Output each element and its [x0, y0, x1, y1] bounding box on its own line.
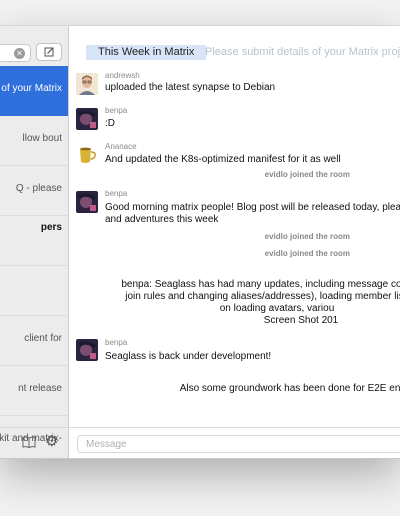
message-sender[interactable]: andrewsh: [105, 71, 140, 80]
user-avatar-icon: [76, 108, 98, 130]
room-list-item-label: pers: [40, 222, 62, 233]
room-list: of your Matrix llow bout Q - please pers…: [0, 66, 68, 458]
message-text: uploaded the latest synapse to Debian: [105, 82, 276, 93]
avatar[interactable]: [76, 339, 98, 361]
message-text: Seaglass is back under development!: [105, 351, 272, 362]
room-list-item[interactable]: of your Matrix: [0, 66, 68, 116]
message-text: Also some groundwork has been done for E…: [179, 383, 400, 394]
message-sender[interactable]: benpa: [105, 106, 127, 115]
room-list-item[interactable]: client for: [0, 316, 68, 366]
avatar[interactable]: [76, 191, 98, 213]
message-sender[interactable]: Ananace: [105, 142, 137, 151]
sidebar: ✕ of your Matrix llow bout Q - please pe…: [0, 26, 69, 458]
message-text: And updated the K8s-optimized manifest f…: [105, 154, 341, 165]
gear-icon[interactable]: ⚙: [45, 434, 58, 450]
message-text: Good morning matrix people! Blog post wi…: [105, 202, 400, 213]
composer: [69, 427, 400, 458]
room-list-item[interactable]: llow bout: [0, 116, 68, 166]
attachment-link[interactable]: Screen Shot 201: [107, 315, 400, 327]
room-list-item-label: llow bout: [22, 133, 62, 144]
app-window: ✕ of your Matrix llow bout Q - please pe…: [0, 25, 400, 459]
room-list-item[interactable]: [0, 266, 68, 316]
room-title: This Week in Matrix: [86, 45, 207, 60]
message-text: :D: [105, 118, 115, 129]
compose-icon: [44, 47, 54, 57]
message-sender[interactable]: benpa: [105, 189, 127, 198]
sidebar-toolbar: ✕: [0, 26, 68, 66]
user-avatar-icon: [76, 73, 98, 95]
new-room-button[interactable]: [36, 43, 62, 61]
message-timeline[interactable]: andrewsh uploaded the latest synapse to …: [69, 68, 400, 428]
membership-event: evidlo joined the room: [264, 232, 350, 241]
room-list-item-label: client for: [24, 333, 62, 344]
message-input[interactable]: [77, 435, 400, 453]
avatar[interactable]: [76, 73, 98, 95]
room-list-item[interactable]: pers: [0, 216, 68, 266]
message-text: and adventures this week: [105, 214, 219, 225]
room-list-item-label: of your Matrix: [1, 83, 62, 94]
membership-event: evidlo joined the room: [264, 170, 350, 179]
quoted-message-line: benpa: Seaglass has had many updates, in…: [121, 279, 400, 290]
membership-event: evidlo joined the room: [264, 249, 350, 258]
sidebar-footer: ⚙: [0, 427, 68, 458]
room-list-item-label: Q - please: [15, 183, 62, 194]
avatar[interactable]: [76, 143, 98, 165]
avatar[interactable]: [76, 108, 98, 130]
room-list-item-label: nt release: [18, 383, 62, 394]
quoted-message-line: join rules and changing aliases/addresse…: [125, 291, 400, 302]
room-topic: Please submit details of your Matrix pro…: [205, 46, 400, 58]
user-avatar-icon: [76, 191, 98, 213]
quoted-message-line: on loading avatars, variou: [219, 303, 335, 314]
room-list-item[interactable]: nt release: [0, 366, 68, 416]
clear-search-icon[interactable]: ✕: [14, 48, 25, 59]
room-search-field[interactable]: ✕: [0, 44, 31, 62]
room-header: This Week in Matrix Please submit detail…: [69, 26, 400, 68]
room-list-item[interactable]: Q - please: [0, 166, 68, 216]
mug-icon: [76, 143, 98, 165]
message-sender[interactable]: benpa: [105, 338, 127, 347]
book-icon[interactable]: [22, 435, 36, 449]
user-avatar-icon: [76, 339, 98, 361]
room-view: This Week in Matrix Please submit detail…: [69, 26, 400, 458]
